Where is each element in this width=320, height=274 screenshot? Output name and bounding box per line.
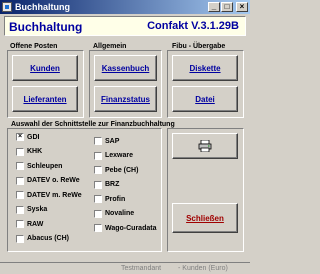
interface-option[interactable]: KHK — [16, 147, 43, 156]
interface-checkbox[interactable] — [94, 137, 102, 145]
app-icon — [2, 2, 12, 12]
interface-option[interactable]: BRZ — [94, 180, 120, 189]
interface-checkbox[interactable] — [16, 234, 24, 243]
kassenbuch-button[interactable]: Kassenbuch — [94, 55, 157, 81]
schliessen-button[interactable]: Schließen — [172, 203, 238, 233]
interface-option[interactable]: RAW — [16, 220, 43, 228]
status-mode: - Kunden (Euro) — [178, 265, 228, 272]
interface-checkbox[interactable] — [16, 220, 24, 228]
status-mandant: Testmandant — [121, 265, 162, 272]
interface-option-label: SAP — [105, 137, 120, 145]
interface-checkbox[interactable] — [94, 180, 102, 189]
interface-option[interactable]: × GDI — [16, 133, 39, 141]
interface-option[interactable]: SAP — [94, 137, 119, 145]
interface-option[interactable]: Novaline — [94, 209, 135, 218]
schnittstelle-label: Auswahl der Schnittstelle zur Finanzbuch… — [11, 121, 175, 128]
interface-option-label: Profin — [105, 195, 126, 203]
interface-checkbox[interactable] — [94, 209, 102, 218]
interface-option-label: Schleupen — [27, 162, 63, 170]
interface-option-label: Wago-Curadata — [105, 224, 157, 232]
fibu-label: Fibu - Übergabe — [172, 43, 226, 50]
interface-option-label: Lexware — [105, 152, 134, 159]
interface-option-label: GDI — [27, 133, 40, 141]
allgemein-label: Allgemein — [93, 43, 127, 50]
interface-checkbox[interactable] — [16, 162, 24, 170]
interface-option[interactable]: Wago-Curadata — [94, 224, 156, 232]
interface-option[interactable]: Abacus (CH) — [16, 234, 70, 243]
datei-button[interactable]: Datei — [172, 86, 238, 112]
header-title: Buchhaltung — [9, 20, 83, 34]
interface-option-label: DATEV m. ReWe — [27, 191, 82, 199]
close-button[interactable]: × — [236, 2, 248, 12]
interface-option-label: DATEV o. ReWe — [27, 177, 80, 184]
interface-option[interactable]: Syska — [16, 205, 48, 214]
printer-icon — [198, 140, 212, 152]
minimize-button[interactable]: _ — [208, 2, 220, 12]
kunden-button[interactable]: Kunden — [12, 55, 78, 81]
interface-checkbox[interactable] — [16, 205, 24, 214]
diskette-button[interactable]: Diskette — [172, 55, 238, 81]
finanzstatus-button[interactable]: Finanzstatus — [94, 86, 157, 112]
interface-option-label: KHK — [27, 148, 43, 155]
interface-option-label: Novaline — [105, 210, 135, 217]
interface-checkbox[interactable] — [16, 191, 24, 199]
interface-option[interactable]: DATEV o. ReWe — [16, 176, 80, 185]
interface-checkbox[interactable] — [94, 195, 102, 203]
interface-checkbox[interactable] — [16, 147, 24, 156]
window-controls: _ □ × — [208, 2, 248, 12]
offene-posten-label: Offene Posten — [10, 43, 58, 50]
interface-option[interactable]: Pebe (CH) — [94, 166, 138, 174]
app-header: Buchhaltung Confakt V.3.1.29B — [4, 16, 246, 36]
interface-option-label: Abacus (CH) — [27, 235, 70, 242]
interface-checkbox[interactable] — [94, 224, 102, 232]
lieferanten-button[interactable]: Lieferanten — [12, 86, 78, 112]
interface-option[interactable]: Profin — [94, 195, 125, 203]
interface-option[interactable]: DATEV m. ReWe — [16, 191, 82, 199]
interface-option[interactable]: Lexware — [94, 151, 134, 160]
maximize-button[interactable]: □ — [221, 2, 233, 12]
interface-checkbox[interactable] — [94, 166, 102, 174]
print-button[interactable] — [172, 133, 238, 159]
interface-option-label: BRZ — [105, 181, 120, 188]
interface-option-label: RAW — [27, 220, 44, 228]
interface-checkbox[interactable]: × — [16, 133, 24, 141]
version-label: Confakt V.3.1.29B — [147, 20, 239, 32]
status-bar: Testmandant - Kunden (Euro) — [0, 262, 250, 274]
interface-checkbox[interactable] — [94, 151, 102, 160]
window-title: Buchhaltung — [15, 2, 70, 12]
window-titlebar[interactable]: Buchhaltung _ □ × — [0, 0, 250, 14]
interface-checkbox[interactable] — [16, 176, 24, 185]
interface-option-label: Pebe (CH) — [105, 166, 139, 174]
interface-option-label: Syska — [27, 206, 48, 213]
interface-option[interactable]: Schleupen — [16, 162, 62, 170]
